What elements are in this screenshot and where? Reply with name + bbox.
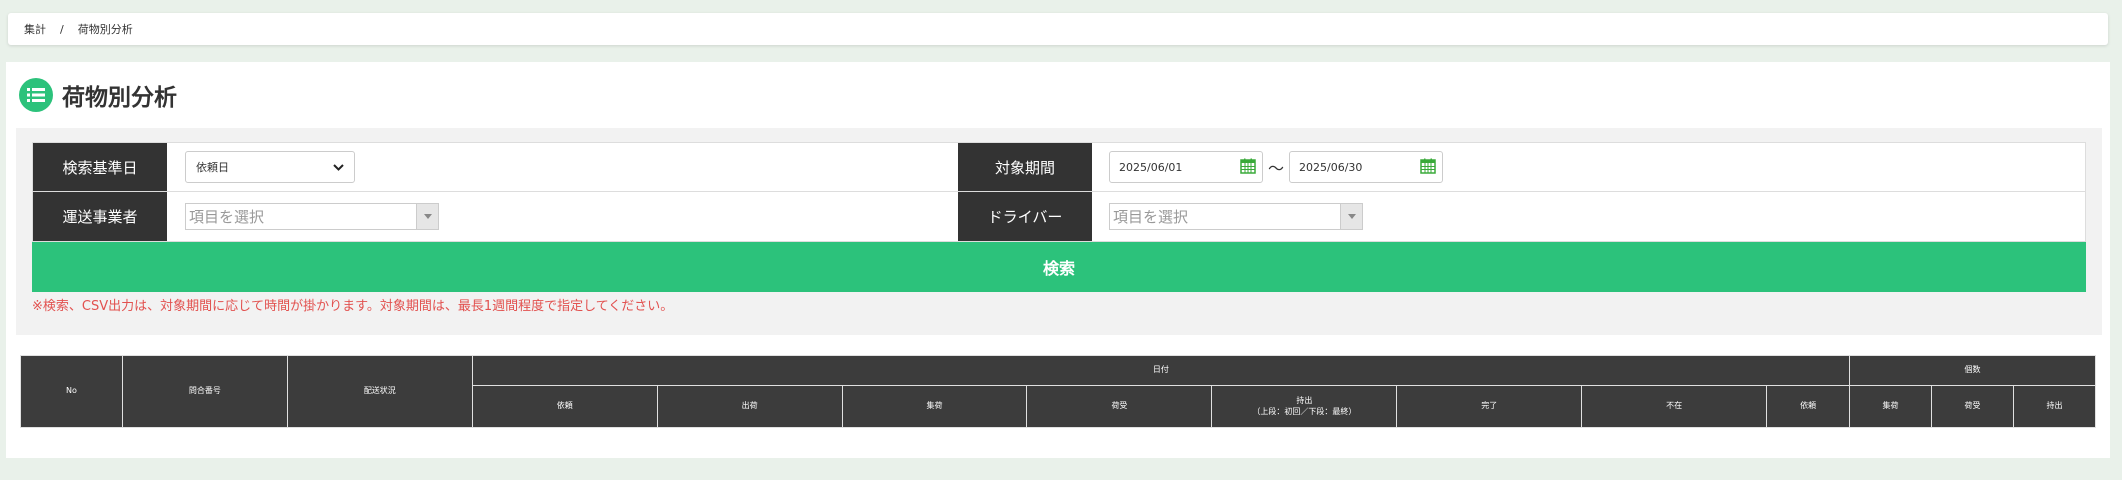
carrier-select[interactable]: 項目を選択 (185, 203, 439, 230)
driver-label: ドライバー (958, 192, 1092, 241)
column-group-count: 個数 (1849, 355, 2096, 386)
list-icon (19, 78, 53, 112)
column-header-date-request[interactable]: 依頼 (471, 385, 658, 428)
chevron-down-icon (333, 161, 344, 174)
column-header-date-shipment[interactable]: 出荷 (656, 385, 843, 428)
driver-select[interactable]: 項目を選択 (1109, 203, 1363, 230)
column-header-inquiry[interactable]: 問合番号 (121, 355, 288, 428)
out-for-delivery-note: （上段：初回／下段：最終） (1252, 406, 1357, 416)
search-button[interactable]: 検索 (32, 242, 2086, 292)
breadcrumb-item-summary[interactable]: 集計 (24, 21, 46, 37)
breadcrumb-item-current: 荷物別分析 (77, 23, 133, 36)
column-header-date-absent[interactable]: 不在 (1581, 385, 1768, 428)
column-header-date-complete[interactable]: 完了 (1396, 385, 1583, 428)
breadcrumb-separator: / (60, 22, 64, 36)
base-date-select[interactable]: 依頼日 (185, 151, 355, 183)
period-to-input[interactable]: 2025/06/30 (1289, 151, 1444, 183)
page-header: 荷物別分析 (19, 78, 177, 112)
out-for-delivery-label: 持出 (1296, 396, 1313, 406)
main-panel: 荷物別分析 検索基準日 依頼日 対象期間 2025/06/01 〜 2025/0… (6, 62, 2110, 458)
search-conditions: 検索基準日 依頼日 対象期間 2025/06/01 〜 2025/06/30 運… (32, 142, 2086, 314)
carrier-placeholder: 項目を選択 (189, 208, 265, 226)
column-header-date-out-for-delivery[interactable]: 持出 （上段：初回／下段：最終） (1211, 385, 1398, 428)
period-from-value: 2025/06/01 (1119, 160, 1183, 174)
period-from-input[interactable]: 2025/06/01 (1109, 151, 1263, 183)
dropdown-arrow-icon[interactable] (416, 204, 438, 229)
column-header-date-pickup[interactable]: 集荷 (841, 385, 1028, 428)
column-header-count-receipt[interactable]: 荷受 (1931, 385, 2014, 428)
column-header-date-request-2[interactable]: 依頼 (1766, 385, 1851, 428)
calendar-icon[interactable] (1240, 158, 1256, 177)
search-row-1: 検索基準日 依頼日 対象期間 2025/06/01 〜 2025/06/30 (32, 142, 2086, 192)
page-title: 荷物別分析 (62, 85, 177, 111)
base-date-value: 依頼日 (196, 161, 229, 174)
period-to-value: 2025/06/30 (1299, 160, 1363, 174)
search-notice: ※検索、CSV出力は、対象期間に応じて時間が掛かります。対象期間は、最長1週間程… (32, 299, 674, 314)
driver-placeholder: 項目を選択 (1113, 208, 1189, 226)
results-table: No 問合番号 配送状況 日付 個数 依頼 出荷 集荷 荷受 持出 （上段：初回… (20, 355, 2097, 428)
column-header-count-pickup[interactable]: 集荷 (1849, 385, 1933, 428)
carrier-label: 運送事業者 (33, 192, 167, 241)
period-label: 対象期間 (958, 143, 1092, 191)
column-group-date: 日付 (471, 355, 1851, 386)
column-header-no[interactable]: No (20, 355, 123, 428)
period-separator: 〜 (1268, 159, 1285, 178)
column-header-date-receipt[interactable]: 荷受 (1026, 385, 1213, 428)
column-header-status[interactable]: 配送状況 (286, 355, 473, 428)
base-date-label: 検索基準日 (33, 143, 167, 191)
dropdown-arrow-icon[interactable] (1340, 204, 1362, 229)
calendar-icon[interactable] (1420, 158, 1436, 177)
search-row-2: 運送事業者 項目を選択 ドライバー 項目を選択 (32, 192, 2086, 242)
breadcrumb: 集計 / 荷物別分析 (8, 13, 2108, 45)
search-form: 検索基準日 依頼日 対象期間 2025/06/01 〜 2025/06/30 運… (16, 128, 2102, 335)
column-header-count-out[interactable]: 持出 (2012, 385, 2097, 428)
